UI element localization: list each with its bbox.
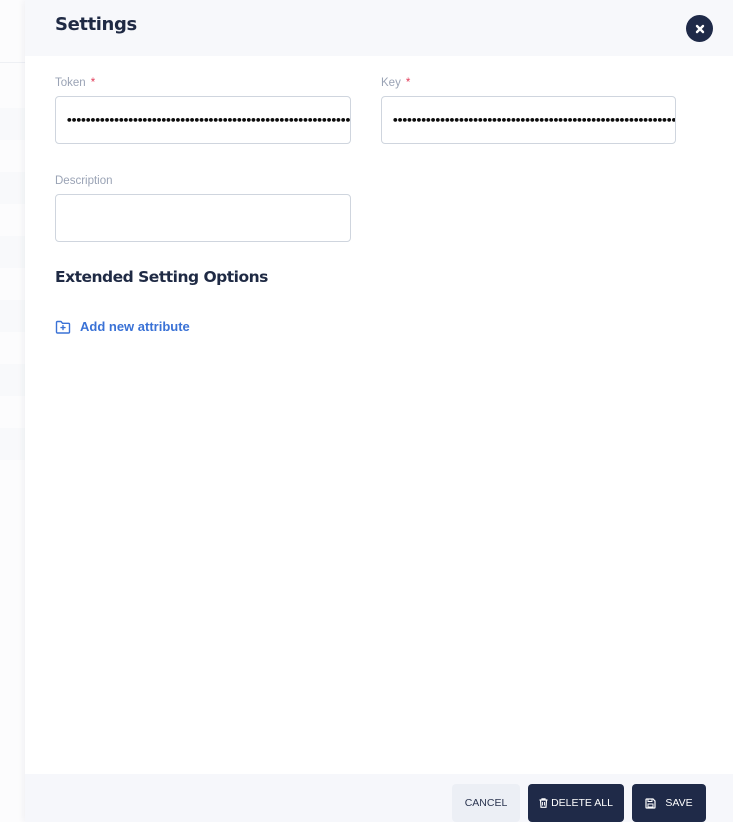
close-icon xyxy=(695,24,704,33)
token-label: Token * xyxy=(55,77,95,89)
description-input[interactable] xyxy=(55,194,351,242)
close-button[interactable] xyxy=(686,15,713,42)
token-masked-value: ••••••••••••••••••••••••••••••••••••••••… xyxy=(66,113,350,127)
cancel-label: CANCEL xyxy=(464,797,508,809)
background-page: us xyxy=(0,0,26,822)
drawer-header: Settings xyxy=(25,0,733,56)
drawer-footer: CANCEL DELETE ALL SAVE xyxy=(25,774,733,822)
add-new-attribute-link[interactable]: Add new attribute xyxy=(55,319,190,334)
floppy-disk-icon xyxy=(645,797,656,809)
key-input[interactable]: ••••••••••••••••••••••••••••••••••••••••… xyxy=(381,96,676,144)
background-row xyxy=(0,236,26,268)
background-row xyxy=(0,428,26,460)
save-button[interactable]: SAVE xyxy=(632,784,706,822)
background-row xyxy=(0,108,26,140)
token-input[interactable]: ••••••••••••••••••••••••••••••••••••••••… xyxy=(55,96,351,144)
key-label: Key * xyxy=(381,77,410,89)
drawer-title: Settings xyxy=(55,14,137,35)
add-new-attribute-label: Add new attribute xyxy=(80,319,190,334)
background-row xyxy=(0,364,26,396)
settings-drawer: Settings Token * ••••••••••••••••••••••••… xyxy=(25,0,733,822)
token-label-text: Token xyxy=(55,77,86,89)
required-marker: * xyxy=(90,77,96,89)
key-masked-value: ••••••••••••••••••••••••••••••••••••••••… xyxy=(392,113,676,127)
required-marker: * xyxy=(405,77,411,89)
trash-icon xyxy=(539,798,548,808)
delete-all-label: DELETE ALL xyxy=(551,797,613,809)
background-row xyxy=(0,300,26,332)
extended-settings-title: Extended Setting Options xyxy=(55,268,268,286)
key-label-text: Key xyxy=(381,77,401,89)
description-label: Description xyxy=(55,175,113,187)
background-divider xyxy=(0,62,26,63)
delete-all-button[interactable]: DELETE ALL xyxy=(528,784,624,822)
cancel-button[interactable]: CANCEL xyxy=(452,784,520,822)
background-row xyxy=(0,172,26,204)
save-label: SAVE xyxy=(665,797,693,809)
folder-plus-icon xyxy=(55,320,71,334)
